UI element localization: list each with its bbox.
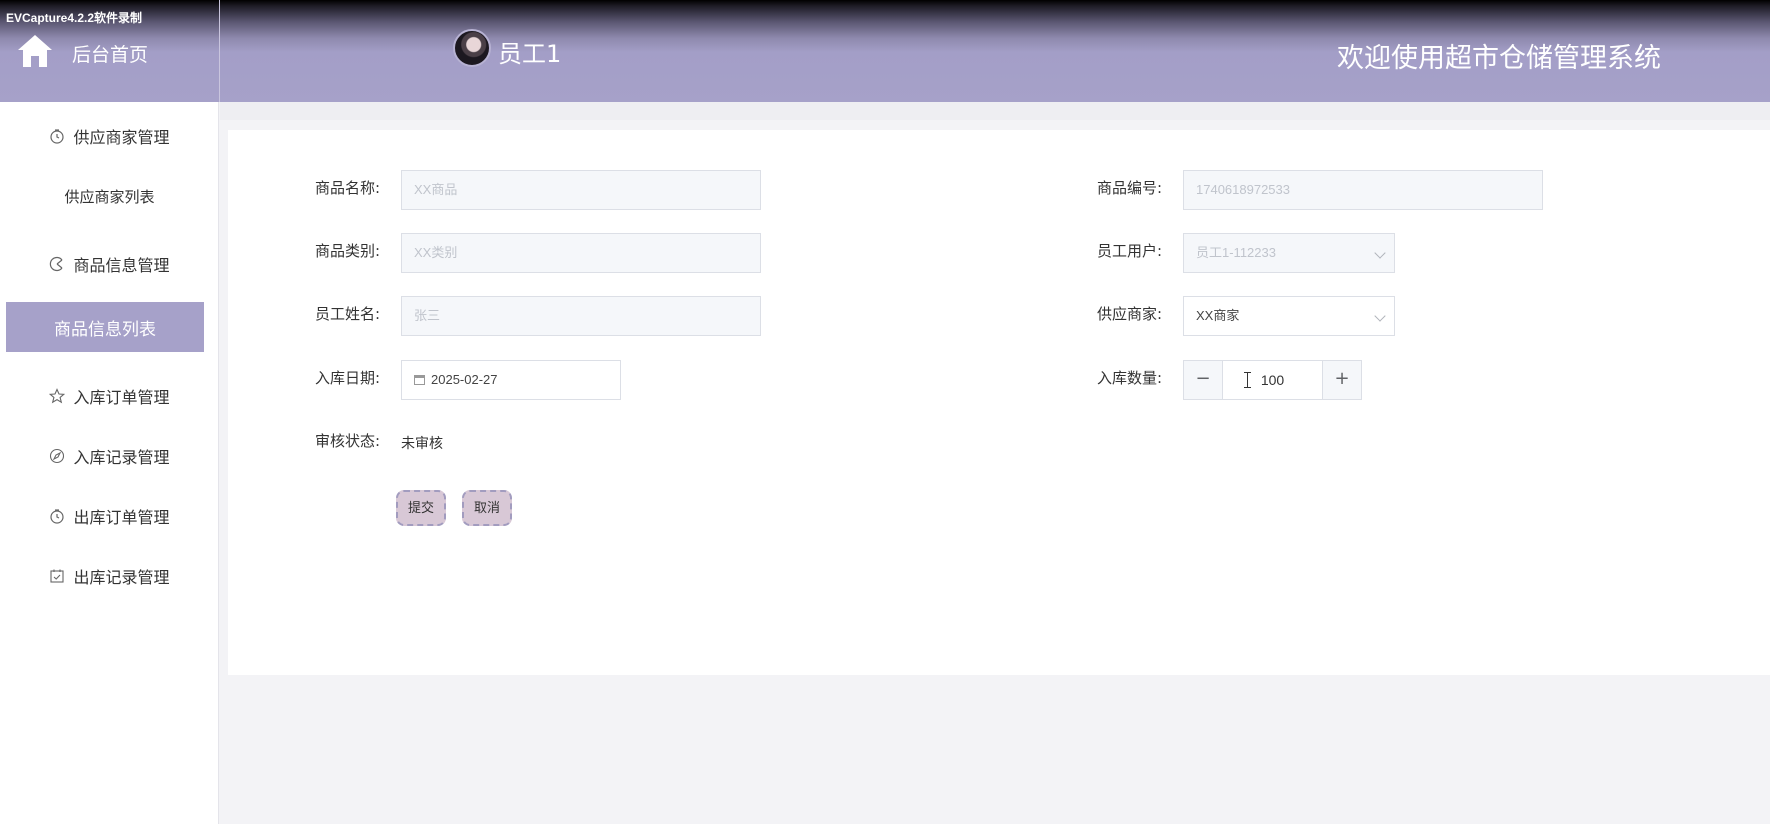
sidebar-item-label: 供应商家管理 [73, 128, 170, 147]
employee-user-label: 员工用户: [1096, 242, 1162, 260]
stock-in-qty-stepper[interactable]: − 100 + [1183, 360, 1362, 400]
welcome-title: 欢迎使用超市仓储管理系统 [1337, 43, 1661, 74]
sidebar-item-supplier-management[interactable]: 供应商家管理 [0, 118, 219, 154]
sidebar-item-stock-in-records[interactable]: 入库记录管理 [0, 438, 219, 474]
supplier-label: 供应商家: [1096, 305, 1162, 323]
sidebar-item-label: 商品信息列表 [54, 319, 156, 340]
sidebar-item-stock-in-orders[interactable]: 入库订单管理 [0, 378, 219, 414]
sidebar-item-supplier-list[interactable]: 供应商家列表 [0, 178, 219, 214]
stock-in-qty-value: 100 [1260, 372, 1285, 388]
sidebar-item-label: 出库订单管理 [73, 508, 170, 527]
star-icon [49, 388, 66, 404]
product-name-input[interactable]: XX商品 [401, 170, 761, 210]
sidebar-item-stock-out-records[interactable]: 出库记录管理 [0, 558, 219, 594]
compass-icon [50, 448, 65, 464]
product-category-input[interactable]: XX类别 [401, 233, 761, 273]
recorder-watermark: EVCapture4.2.2软件录制 [6, 11, 143, 25]
text-cursor-icon [1244, 372, 1251, 388]
sidebar-item-label: 入库订单管理 [73, 388, 170, 407]
employee-user-value: 员工1-112233 [1196, 245, 1276, 260]
user-name[interactable]: 员工1 [498, 34, 561, 69]
sidebar-item-product-list[interactable]: 商品信息列表 [6, 302, 204, 352]
increment-button[interactable]: + [1322, 361, 1361, 399]
employee-name-input[interactable]: 张三 [401, 296, 761, 336]
stock-in-qty-input[interactable]: 100 [1223, 361, 1322, 399]
sidebar-item-stock-out-orders[interactable]: 出库订单管理 [0, 498, 219, 534]
sidebar-item-product-management[interactable]: 商品信息管理 [0, 246, 219, 282]
stock-in-date-value: 2025-02-27 [431, 372, 498, 387]
cancel-button[interactable]: 取消 [462, 490, 513, 526]
chevron-down-icon [1374, 247, 1386, 259]
top-header: 后台首页 EVCapture4.2.2软件录制 员工1 欢迎使用超市仓储管理系统 [0, 0, 1770, 102]
pie-icon [50, 256, 63, 272]
supplier-value: XX商家 [1196, 308, 1240, 323]
stock-in-qty-label: 入库数量: [1096, 369, 1162, 387]
clock-icon [50, 129, 65, 144]
decrement-button[interactable]: − [1184, 361, 1223, 399]
home-label: 后台首页 [72, 44, 149, 66]
chevron-down-icon [1374, 310, 1386, 322]
clock-icon [50, 509, 65, 524]
content-top-strip [220, 102, 1770, 120]
supplier-select[interactable]: XX商家 [1183, 296, 1395, 336]
calendar-icon [414, 375, 425, 385]
product-category-label: 商品类别: [314, 242, 380, 260]
employee-name-label: 员工姓名: [314, 305, 380, 323]
product-code-input[interactable]: 1740618972533 [1183, 170, 1543, 210]
sidebar-item-label: 商品信息管理 [73, 256, 170, 275]
product-form-card: 商品名称: XX商品 商品编号: 1740618972533 商品类别: XX类… [228, 130, 1770, 675]
sidebar: 供应商家管理 供应商家列表 商品信息管理 商品信息列表 入库订单管理 入库记录管… [0, 102, 219, 824]
home-icon [18, 35, 52, 67]
product-code-label: 商品编号: [1096, 179, 1162, 197]
review-status-label: 审核状态: [314, 432, 380, 450]
sidebar-item-label: 入库记录管理 [73, 448, 170, 467]
submit-button[interactable]: 提交 [396, 490, 447, 526]
stock-in-date-picker[interactable]: 2025-02-27 [401, 360, 621, 400]
avatar[interactable] [453, 29, 491, 67]
employee-user-select[interactable]: 员工1-112233 [1183, 233, 1395, 273]
sidebar-item-label: 供应商家列表 [64, 187, 155, 206]
calendar-check-icon [50, 569, 65, 583]
review-status-value: 未审核 [401, 436, 443, 452]
sidebar-item-label: 出库记录管理 [73, 568, 170, 587]
stock-in-date-label: 入库日期: [314, 369, 380, 387]
product-name-label: 商品名称: [314, 179, 380, 197]
